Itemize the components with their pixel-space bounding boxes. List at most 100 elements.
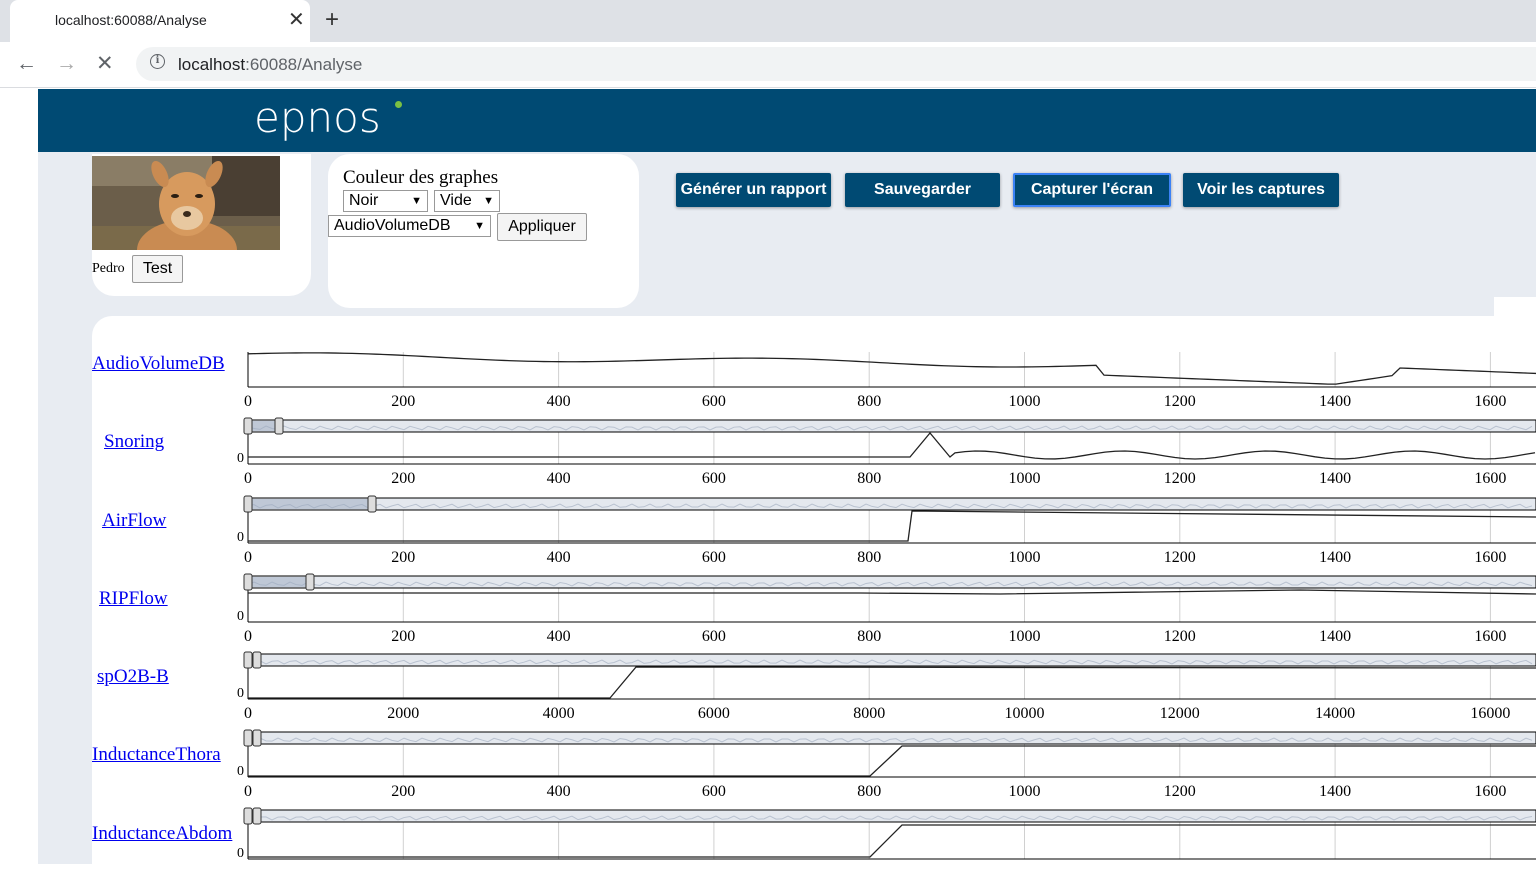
page: epnos Pedro Test Couleur des graphes Noi… [0, 89, 1536, 876]
x-tick-label: 200 [391, 470, 415, 487]
x-tick-label: 1200 [1164, 628, 1196, 645]
x-tick-label: 400 [547, 393, 571, 410]
x-tick-label: 6000 [698, 705, 730, 722]
y-tick-label: 0 [237, 846, 244, 861]
x-tick-label: 1400 [1319, 470, 1351, 487]
brush-handle-right[interactable] [252, 729, 262, 747]
snoring-trace [248, 431, 1536, 460]
brush-handle-left[interactable] [243, 417, 253, 435]
x-tick-label: 800 [857, 783, 881, 800]
x-tick-label: 600 [702, 470, 726, 487]
stop-loading-icon[interactable]: ✕ [96, 51, 114, 77]
chart-strip: 0 200 400 600 800 1000 1200 1400 1600 0 [237, 573, 1536, 645]
x-tick-label: 400 [547, 549, 571, 566]
x-tick-label: 1600 [1474, 783, 1506, 800]
chart-strip: 0 200 400 600 800 1000 1200 1400 1600 0 [237, 495, 1536, 566]
x-tick-label: 1000 [1009, 470, 1041, 487]
brush-handle-right[interactable] [274, 417, 284, 435]
x-tick-label: 1200 [1164, 470, 1196, 487]
range-brush[interactable] [247, 419, 1536, 433]
brush-handle-right[interactable] [252, 807, 262, 825]
brush-handle-left[interactable] [243, 807, 253, 825]
y-tick-label: 0 [237, 609, 244, 624]
brush-selection[interactable] [248, 421, 279, 431]
x-tick-label: 200 [391, 549, 415, 566]
chart-strip: 0 200 400 600 800 1000 1200 1400 1600 0 [237, 417, 1536, 487]
x-tick-label: 200 [391, 628, 415, 645]
x-tick-label: 200 [391, 783, 415, 800]
chart-strip: 0 [237, 807, 1536, 861]
inductancethora-trace [248, 745, 1536, 777]
range-brush[interactable] [247, 809, 1536, 823]
brush-handle-right[interactable] [252, 651, 262, 669]
x-tick-label: 400 [547, 628, 571, 645]
charts-svg: 0 200 400 600 800 1000 1200 1400 16000 200 400 600 8… [237, 352, 1536, 861]
x-tick-label: 1400 [1319, 393, 1351, 410]
x-tick-label: 12000 [1160, 705, 1200, 722]
brush-handle-right[interactable] [305, 573, 315, 591]
brush-handle-left[interactable] [243, 495, 253, 513]
forward-icon[interactable]: → [56, 51, 77, 77]
x-tick-label: 0 [244, 470, 252, 487]
x-tick-label: 4000 [543, 705, 575, 722]
x-tick-label: 800 [857, 628, 881, 645]
range-brush[interactable] [247, 575, 1536, 589]
x-tick-label: 1200 [1164, 549, 1196, 566]
chart-strip: 0 200 400 600 800 1000 1200 1400 1600 [244, 352, 1536, 410]
y-tick-label: 0 [237, 764, 244, 779]
brush-handle-left[interactable] [243, 729, 253, 747]
range-brush[interactable] [247, 497, 1536, 511]
y-tick-label: 0 [237, 451, 244, 466]
x-tick-label: 1600 [1474, 470, 1506, 487]
x-tick-label: 600 [702, 393, 726, 410]
x-tick-label: 16000 [1470, 705, 1510, 722]
y-tick-label: 0 [237, 686, 244, 701]
x-tick-label: 0 [244, 783, 252, 800]
x-tick-label: 200 [391, 393, 415, 410]
x-tick-label: 400 [547, 470, 571, 487]
chart-strip: 0 2000 4000 6000 8000 10000 12000 14000 16000 0 [237, 651, 1536, 722]
x-tick-label: 0 [244, 549, 252, 566]
browser-tab[interactable]: localhost:60088/Analyse ✕ [10, 0, 310, 42]
brush-selection[interactable] [248, 499, 372, 509]
browser-tab-bar: localhost:60088/Analyse ✕ + [0, 0, 1536, 42]
info-icon[interactable]: i [150, 54, 165, 69]
y-tick-label: 0 [237, 530, 244, 545]
x-tick-label: 1400 [1319, 549, 1351, 566]
brush-selection[interactable] [248, 577, 310, 587]
x-tick-label: 400 [547, 783, 571, 800]
brush-handle-left[interactable] [243, 573, 253, 591]
x-tick-label: 1400 [1319, 783, 1351, 800]
x-tick-label: 600 [702, 549, 726, 566]
x-tick-label: 8000 [853, 705, 885, 722]
url-host: localhost [178, 55, 246, 74]
inductanceabdom-trace [248, 824, 1536, 858]
spo2-trace [248, 666, 1536, 699]
range-brush[interactable] [247, 653, 1536, 667]
audiovolumedb-trace [247, 352, 1536, 385]
tab-title: localhost:60088/Analyse [55, 12, 207, 28]
x-tick-label: 1000 [1009, 783, 1041, 800]
url-path: :60088/Analyse [245, 55, 363, 74]
x-tick-label: 2000 [387, 705, 419, 722]
x-tick-label: 600 [702, 628, 726, 645]
close-tab-icon[interactable]: ✕ [288, 8, 305, 32]
brush-handle-left[interactable] [243, 651, 253, 669]
x-tick-label: 1000 [1009, 393, 1041, 410]
airflow-trace [248, 510, 1536, 542]
x-tick-label: 1000 [1009, 549, 1041, 566]
browser-toolbar: ← → ✕ i localhost:60088/Analyse [0, 42, 1536, 88]
x-tick-label: 1200 [1164, 783, 1196, 800]
range-brush[interactable] [247, 731, 1536, 745]
url-text[interactable]: localhost:60088/Analyse [178, 55, 362, 75]
back-icon[interactable]: ← [16, 51, 37, 77]
x-tick-label: 0 [244, 705, 252, 722]
x-tick-label: 800 [857, 549, 881, 566]
new-tab-icon[interactable]: + [325, 6, 339, 34]
chart-strip: 0 200 400 600 800 1000 1200 1400 1600 0 [237, 729, 1536, 800]
brush-handle-right[interactable] [367, 495, 377, 513]
x-tick-label: 10000 [1005, 705, 1045, 722]
x-tick-label: 800 [857, 393, 881, 410]
x-tick-label: 1600 [1474, 628, 1506, 645]
x-tick-label: 0 [244, 393, 252, 410]
